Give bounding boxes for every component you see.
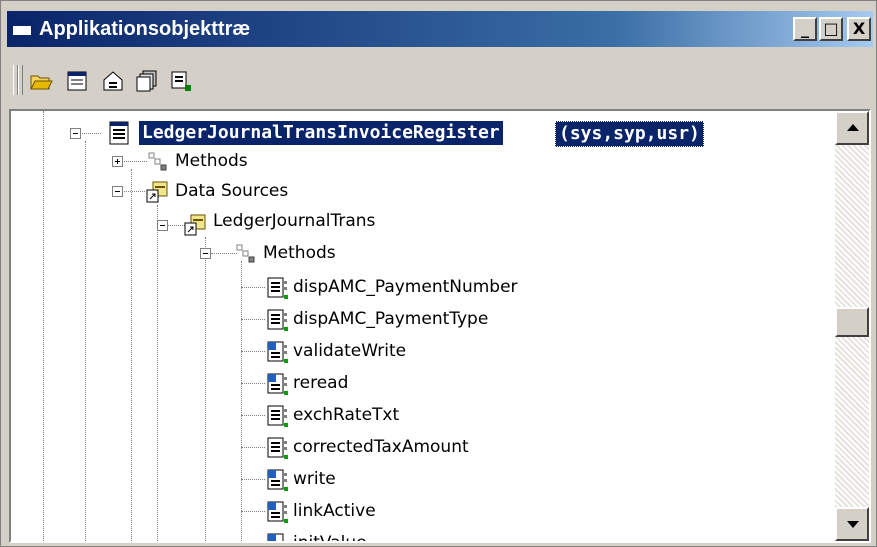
data-sources-icon (146, 181, 168, 203)
close-button[interactable]: X (847, 17, 871, 41)
override-method-icon (267, 341, 288, 363)
collapse-toggle[interactable] (157, 220, 168, 231)
methods-icon (148, 152, 167, 171)
tree-connector (241, 287, 265, 288)
expand-toggle[interactable] (112, 156, 123, 167)
tree-guide-line (205, 237, 206, 541)
method-item[interactable]: dispAMC_PaymentNumber (293, 275, 518, 299)
toolbar (7, 55, 873, 105)
window-icon (11, 19, 33, 37)
tree-connector (241, 351, 265, 352)
open-icon[interactable] (29, 69, 53, 93)
object-tree[interactable]: LedgerJournalTransInvoiceRegister (sys,s… (9, 109, 871, 543)
tree-connector (241, 415, 265, 416)
maximize-button[interactable]: □ (819, 17, 843, 41)
application-object-tree-window: Applikationsobjekttræ _ □ X LedgerJourna… (0, 0, 877, 547)
method-item[interactable]: write (293, 467, 336, 491)
vertical-scrollbar[interactable] (835, 111, 869, 541)
collapse-toggle[interactable] (112, 186, 123, 197)
method-item[interactable]: validateWrite (293, 339, 406, 363)
override-method-icon (267, 533, 284, 541)
override-method-icon (267, 469, 288, 491)
tree-guide-line (241, 261, 242, 541)
method-item[interactable]: reread (293, 371, 348, 395)
window-title: Applikationsobjekttræ (39, 18, 251, 40)
method-item[interactable]: initValue (293, 531, 367, 541)
toolbar-grip (18, 65, 23, 95)
data-source-table-icon (184, 214, 206, 236)
method-icon (267, 437, 288, 459)
tree-guide-line (85, 141, 86, 541)
tree-node-root-layers[interactable]: (sys,syp,usr) (555, 121, 704, 147)
tree-node-ds-methods[interactable]: Methods (263, 241, 336, 265)
methods-icon (236, 244, 255, 263)
scrollbar-thumb[interactable] (835, 307, 869, 337)
scroll-up-button[interactable] (835, 111, 869, 145)
arrow-up-icon (847, 124, 859, 131)
method-item[interactable]: exchRateTxt (293, 403, 399, 427)
tree-node-data-sources[interactable]: Data Sources (175, 179, 288, 203)
override-method-icon (267, 501, 288, 523)
minimize-button[interactable]: _ (793, 17, 817, 41)
method-icon (267, 405, 288, 427)
tree-view[interactable]: LedgerJournalTransInvoiceRegister (sys,s… (11, 111, 835, 541)
tree-node-root-label[interactable]: LedgerJournalTransInvoiceRegister (139, 121, 503, 145)
tree-connector (211, 253, 237, 254)
duplicate-icon[interactable] (135, 69, 159, 93)
method-item[interactable]: correctedTaxAmount (293, 435, 469, 459)
arrow-down-icon (847, 521, 859, 528)
form-icon (109, 121, 129, 145)
method-item[interactable]: linkActive (293, 499, 376, 523)
collapse-toggle[interactable] (200, 248, 211, 259)
method-item[interactable]: dispAMC_PaymentType (293, 307, 488, 331)
collapse-toggle[interactable] (70, 128, 81, 139)
compile-icon[interactable] (169, 69, 193, 93)
scroll-down-button[interactable] (835, 507, 869, 541)
tree-guide-line (157, 205, 158, 541)
tree-connector (241, 447, 265, 448)
tree-guide-line (131, 169, 132, 541)
tree-node-ledger-journal-trans[interactable]: LedgerJournalTrans (213, 209, 375, 233)
tree-connector (241, 383, 265, 384)
method-icon (267, 309, 288, 331)
tree-connector (241, 479, 265, 480)
properties-list-icon[interactable] (65, 69, 89, 93)
tree-connector (241, 319, 265, 320)
method-icon (267, 277, 288, 299)
tree-guide-line (43, 111, 44, 541)
properties-icon[interactable] (101, 69, 125, 93)
override-method-icon (267, 373, 288, 395)
tree-connector (241, 511, 265, 512)
tree-node-methods[interactable]: Methods (175, 149, 248, 173)
title-bar[interactable]: Applikationsobjekttræ _ □ X (7, 11, 873, 47)
